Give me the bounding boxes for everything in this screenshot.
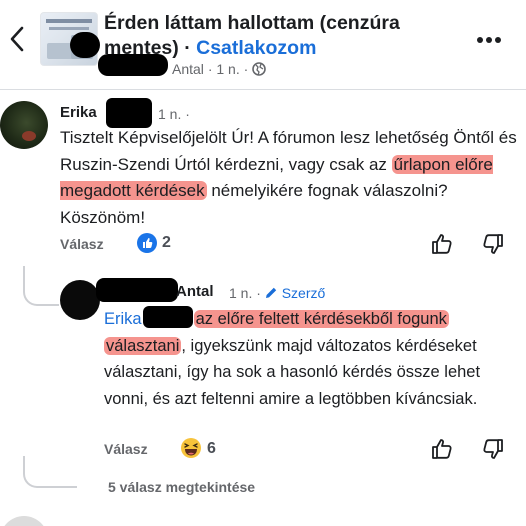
highlighted-text: választani xyxy=(104,336,182,355)
avatar-antal[interactable] xyxy=(60,280,100,320)
post-header: Érden láttam hallottam (cenzúra mentes) … xyxy=(0,0,526,88)
post-author-name[interactable]: Antal xyxy=(172,61,204,77)
header-divider xyxy=(0,89,526,90)
next-comment-avatar[interactable] xyxy=(0,516,48,526)
reaction-count[interactable]: 6 xyxy=(207,440,216,458)
view-more-replies-link[interactable]: 5 válasz megtekintése xyxy=(108,479,255,495)
redaction-mark xyxy=(98,54,168,76)
more-options-icon[interactable] xyxy=(477,30,509,44)
downvote-icon[interactable] xyxy=(481,232,505,256)
reaction-count[interactable]: 2 xyxy=(162,234,171,252)
comment-author-name[interactable]: Erika xyxy=(60,104,97,121)
pencil-icon xyxy=(265,287,277,298)
meta-dot: · xyxy=(243,61,249,77)
redaction-mark xyxy=(106,98,152,128)
redaction-mark xyxy=(70,32,100,58)
thread-connector xyxy=(23,456,77,488)
globe-icon xyxy=(252,62,266,76)
redaction-mark xyxy=(96,278,178,302)
mention-link[interactable]: Erika xyxy=(104,310,142,328)
comment-author-name[interactable]: Antal xyxy=(176,283,214,300)
redaction-mark xyxy=(142,306,193,328)
like-icon[interactable] xyxy=(137,233,157,253)
haha-icon[interactable] xyxy=(180,437,202,459)
meta-dot: · xyxy=(256,285,261,301)
reply-button[interactable]: Válasz xyxy=(104,441,148,457)
post-time[interactable]: 1 n. xyxy=(216,61,239,77)
comment-time[interactable]: 1 n. xyxy=(229,285,252,301)
comment-meta: 1 n. · xyxy=(158,106,190,122)
upvote-icon[interactable] xyxy=(430,437,454,461)
comment-text: Erika az előre feltett kérdésekből fogunk… xyxy=(104,306,522,412)
back-arrow-icon[interactable] xyxy=(6,22,30,56)
title-separator: · xyxy=(184,37,191,59)
highlighted-text: az előre feltett kérdésekből fogunk xyxy=(193,310,449,328)
thread-connector xyxy=(23,266,59,306)
join-group-link[interactable]: Csatlakozom xyxy=(196,37,316,59)
meta-dot: · xyxy=(207,61,213,77)
upvote-icon[interactable] xyxy=(430,232,454,256)
comment-meta: 1 n. · Szerző xyxy=(229,285,325,301)
reply-button[interactable]: Válasz xyxy=(60,236,104,252)
meta-dot: · xyxy=(185,106,190,122)
downvote-icon[interactable] xyxy=(481,437,505,461)
comment-time[interactable]: 1 n. xyxy=(158,106,181,122)
post-meta: Antal · 1 n. · xyxy=(172,60,266,78)
comment-text: Tisztelt Képviselőjelölt Úr! A fórumon l… xyxy=(60,125,518,231)
avatar-erika[interactable] xyxy=(0,101,48,149)
author-badge: Szerző xyxy=(281,285,326,301)
